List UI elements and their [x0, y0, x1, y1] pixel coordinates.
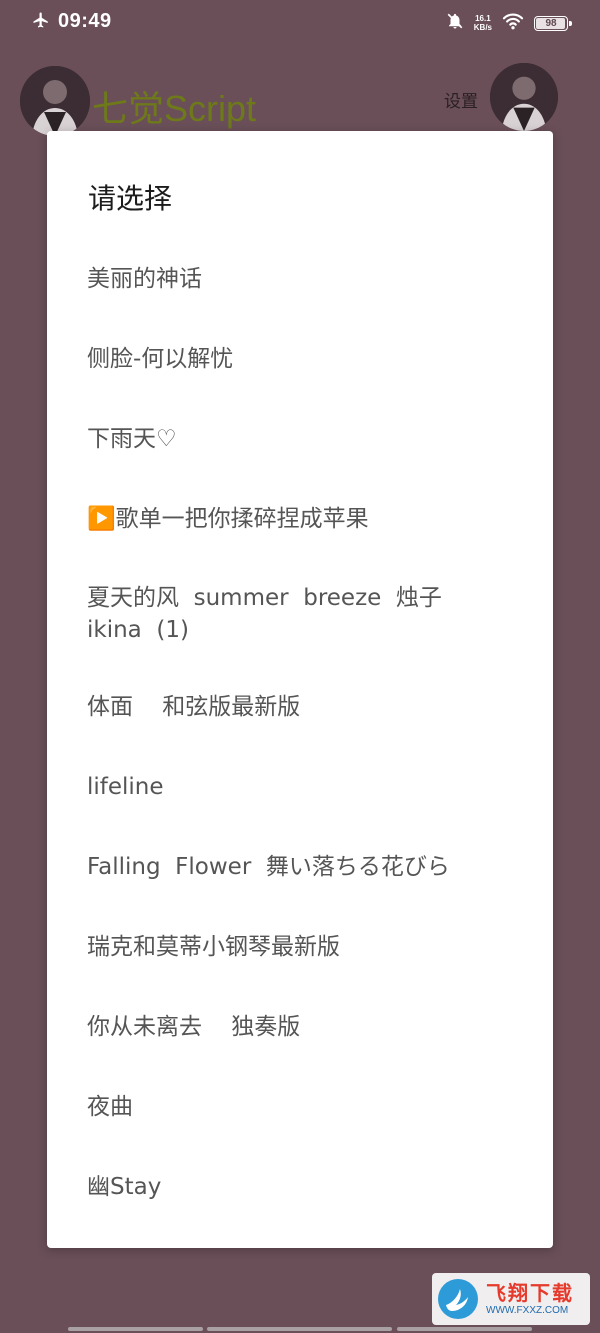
avatar-settings[interactable]: [490, 63, 558, 131]
wing-logo-icon: [438, 1279, 478, 1319]
avatar[interactable]: [20, 66, 90, 136]
option-item[interactable]: 你从未离去 独奏版: [87, 1011, 507, 1043]
airplane-mode-icon: [32, 11, 50, 33]
option-item[interactable]: 侧脸-何以解忧: [87, 343, 507, 375]
battery-icon: 98: [534, 15, 572, 31]
bell-muted-icon: [446, 12, 464, 34]
option-item[interactable]: Falling Flower 舞い落ちる花びら: [87, 851, 527, 883]
watermark-title: 飞翔下载: [486, 1280, 574, 1305]
status-time: 09:49: [58, 10, 112, 32]
option-item[interactable]: ▶️歌单一把你揉碎捏成苹果: [87, 503, 507, 535]
wifi-icon: [502, 12, 524, 34]
watermark-url: WWW.FXXZ.COM: [486, 1304, 569, 1316]
option-item[interactable]: 下雨天♡: [87, 423, 507, 455]
gesture-bar-left: [68, 1327, 203, 1331]
option-item[interactable]: 体面 和弦版最新版: [87, 691, 507, 723]
settings-link[interactable]: 设置: [444, 87, 478, 112]
dialog-title: 请选择: [88, 182, 173, 215]
battery-value: 98: [545, 17, 557, 29]
gesture-bar-right: [397, 1327, 532, 1331]
app-title: 七觉Script: [92, 88, 257, 129]
status-bar: 09:49 16.1 KB/s 98: [0, 0, 600, 46]
gesture-bar-center: [207, 1327, 392, 1331]
watermark-logo: 飞翔下载 WWW.FXXZ.COM: [432, 1273, 590, 1325]
select-dialog: 请选择 美丽的神话 侧脸-何以解忧 下雨天♡ ▶️歌单一把你揉碎捏成苹果 夏天的…: [47, 131, 553, 1248]
option-item[interactable]: 美丽的神话: [87, 263, 507, 295]
net-speed: 16.1 KB/s: [473, 14, 492, 32]
option-item[interactable]: 夏天的风 summer breeze 烛子 ikina (1): [87, 582, 507, 646]
option-item[interactable]: 夜曲: [87, 1091, 507, 1123]
option-item[interactable]: lifeline: [87, 771, 507, 803]
option-item[interactable]: 幽Stay: [87, 1171, 507, 1203]
option-item[interactable]: 瑞克和莫蒂小钢琴最新版: [87, 931, 507, 963]
